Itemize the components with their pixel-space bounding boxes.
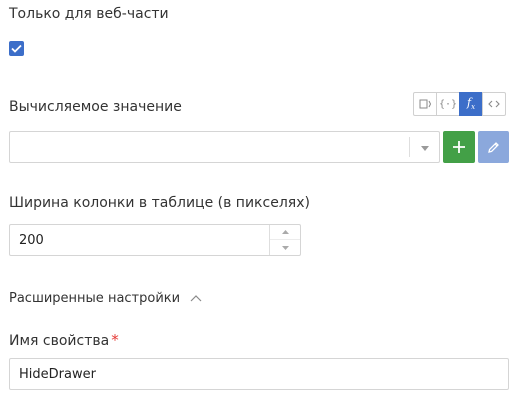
mode-code-button[interactable] [482,92,506,116]
computed-value-select[interactable] [9,131,440,163]
edit-button[interactable] [478,131,509,163]
checkmark-icon [11,44,22,53]
code-icon [488,100,500,108]
column-width-label: Ширина колонки в таблице (в пикселях) [9,195,310,211]
column-width-value: 200 [19,233,44,248]
mode-braces-button[interactable]: {·} [436,92,460,116]
value-mode-switcher: {·} fx [413,92,506,116]
chevron-down-icon [281,245,289,250]
property-name-label-text: Имя свойства [9,333,110,349]
chevron-down-icon[interactable] [421,146,429,151]
web-only-label: Только для веб-части [9,6,169,22]
column-width-spinner [269,225,300,255]
web-only-checkbox[interactable] [9,41,24,56]
mode-function-button[interactable]: fx [459,92,483,116]
function-icon: fx [466,96,476,112]
select-divider [409,137,410,157]
computed-value-label: Вычисляемое значение [9,99,182,115]
input-icon [419,99,431,109]
increment-button[interactable] [270,225,300,240]
advanced-settings-label: Расширенные настройки [9,291,181,306]
chevron-up-icon [190,295,202,302]
pencil-icon [488,141,499,153]
plus-icon [453,141,465,153]
decrement-button[interactable] [270,240,300,255]
mode-input-button[interactable] [413,92,437,116]
add-button[interactable] [443,131,475,163]
braces-icon: {·} [438,98,458,110]
property-name-label: Имя свойства * [9,331,119,349]
required-marker: * [111,331,119,349]
advanced-settings-toggle[interactable]: Расширенные настройки [9,291,202,306]
column-width-input[interactable]: 200 [9,224,301,256]
property-name-value: HideDrawer [19,367,96,382]
chevron-up-icon [281,230,289,234]
property-name-input[interactable]: HideDrawer [9,358,509,390]
